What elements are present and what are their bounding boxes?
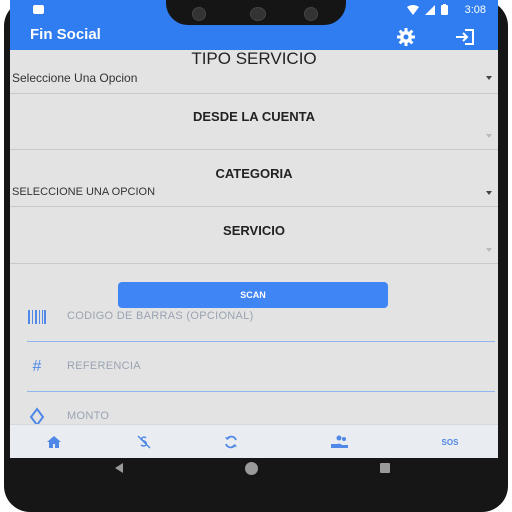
chevron-down-icon[interactable] [486,191,492,195]
categoria-select[interactable]: SELECCIONE UNA OPCION [12,186,155,198]
wifi-icon [407,4,419,15]
chevron-down-icon[interactable] [486,248,492,252]
app-bar: Fin Social [10,22,498,50]
chevron-down-icon[interactable] [486,76,492,80]
signal-icon [425,4,435,15]
battery-icon [441,4,448,15]
system-back-icon[interactable] [115,463,123,473]
screen: 3:08 Fin Social TIPO SERVICIO Seleccione… [10,0,498,458]
camera-icon [192,7,206,21]
gear-icon[interactable] [396,27,416,47]
hash-icon: # [32,358,42,375]
camera-icon [304,7,318,21]
desde-cuenta-section: DESDE LA CUENTA [10,94,498,150]
tipo-servicio-label: TIPO SERVICIO [191,49,317,68]
system-home-icon[interactable] [245,462,258,475]
logout-icon[interactable] [454,26,476,48]
nav-refresh[interactable] [201,425,261,458]
chevron-down-icon[interactable] [486,134,492,138]
no-money-icon [137,435,151,449]
notification-icon [33,5,44,14]
desde-cuenta-label: DESDE LA CUENTA [192,109,316,124]
refresh-icon [225,435,237,449]
tipo-servicio-select[interactable]: Seleccione Una Opcion [12,71,137,85]
nav-hand-coins[interactable] [310,425,370,458]
servicio-section: SERVICIO [10,207,498,264]
barcode-icon [28,310,46,324]
servicio-label: SERVICIO [223,223,285,238]
bottom-navigation: SOS [10,424,498,458]
nav-home[interactable] [24,425,84,458]
speaker-icon [250,7,266,21]
referencia-field[interactable]: # REFERENCIA [27,343,495,392]
nav-sos[interactable]: SOS [420,425,480,458]
referencia-placeholder: REFERENCIA [67,360,141,372]
categoria-section: CATEGORIA SELECCIONE UNA OPCION [10,150,498,207]
hand-coins-icon [331,435,348,448]
tipo-servicio-section: TIPO SERVICIO Seleccione Una Opcion [10,49,498,94]
home-icon [47,436,61,448]
categoria-label: CATEGORIA [215,166,293,181]
monto-placeholder: MONTO [67,410,110,422]
barcode-placeholder: CODIGO DE BARRAS (OPCIONAL) [67,310,254,322]
status-time: 3:08 [464,4,486,16]
status-indicators [407,4,448,15]
phone-frame: 3:08 Fin Social TIPO SERVICIO Seleccione… [0,0,512,512]
app-title: Fin Social [30,26,101,43]
barcode-field[interactable]: CODIGO DE BARRAS (OPCIONAL) [27,293,495,342]
phone-notch [166,0,346,25]
nav-no-money[interactable] [114,425,174,458]
system-recents-icon[interactable] [380,463,390,473]
